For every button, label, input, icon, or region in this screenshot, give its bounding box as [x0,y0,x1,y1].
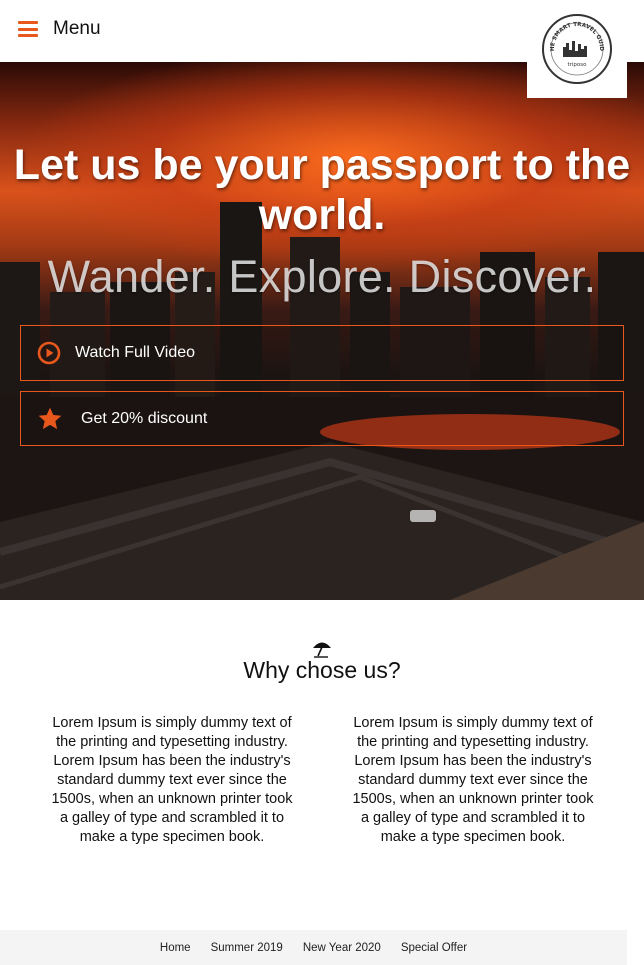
hero-title: Let us be your passport to the world. [13,141,631,239]
why-title: Why chose us? [243,657,401,683]
play-circle-icon [36,340,62,366]
footer-link-home[interactable]: Home [160,942,191,954]
why-text-left: Lorem Ipsum is simply dummy text of the … [51,715,293,845]
why-text-right: Lorem Ipsum is simply dummy text of the … [352,715,594,845]
why-section: Why chose us? Lorem Ipsum is simply dumm… [0,600,644,930]
site-logo[interactable]: THE SMART TRAVEL GUIDE triposo [527,0,627,98]
footer-link-special-offer[interactable]: Special Offer [401,942,467,954]
footer-nav: Home Summer 2019 New Year 2020 Special O… [0,930,627,965]
menu-button[interactable]: Menu [18,18,101,40]
beach-umbrella-icon [313,642,331,658]
footer-link-summer-2019[interactable]: Summer 2019 [211,942,283,954]
hero-section: Let us be your passport to the world. Wa… [0,62,644,600]
hamburger-icon [18,21,38,37]
hero-subtitle: Wander. Explore. Discover. [47,251,597,302]
discount-button[interactable]: Get 20% discount [20,391,624,446]
menu-label: Menu [53,18,101,39]
logo-brand: triposo [567,62,587,68]
footer-link-new-year-2020[interactable]: New Year 2020 [303,942,381,954]
discount-label: Get 20% discount [81,409,208,427]
watch-video-button[interactable]: Watch Full Video [20,325,624,381]
star-icon [37,406,63,432]
watch-video-label: Watch Full Video [75,344,196,361]
triposo-logo-icon: THE SMART TRAVEL GUIDE triposo [541,13,612,84]
